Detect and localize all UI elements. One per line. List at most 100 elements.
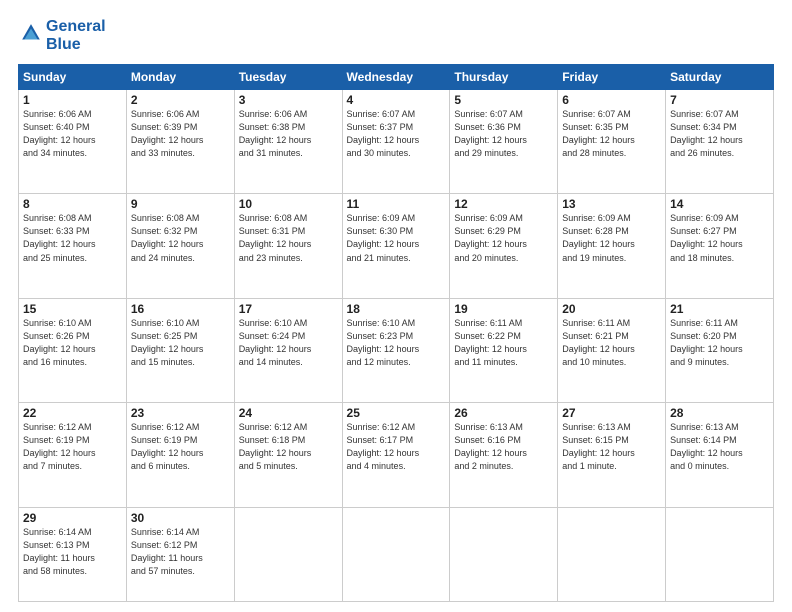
day-info: Sunrise: 6:06 AMSunset: 6:40 PMDaylight:… <box>23 108 122 160</box>
calendar-week-3: 15Sunrise: 6:10 AMSunset: 6:26 PMDayligh… <box>19 298 774 402</box>
day-number: 22 <box>23 406 122 420</box>
header-tuesday: Tuesday <box>234 65 342 90</box>
day-number: 24 <box>239 406 338 420</box>
calendar-cell: 2Sunrise: 6:06 AMSunset: 6:39 PMDaylight… <box>126 90 234 194</box>
calendar-table: SundayMondayTuesdayWednesdayThursdayFrid… <box>18 64 774 602</box>
calendar-cell: 7Sunrise: 6:07 AMSunset: 6:34 PMDaylight… <box>666 90 774 194</box>
calendar-cell: 14Sunrise: 6:09 AMSunset: 6:27 PMDayligh… <box>666 194 774 298</box>
calendar-cell: 12Sunrise: 6:09 AMSunset: 6:29 PMDayligh… <box>450 194 558 298</box>
day-info: Sunrise: 6:10 AMSunset: 6:24 PMDaylight:… <box>239 317 338 369</box>
calendar-cell: 6Sunrise: 6:07 AMSunset: 6:35 PMDaylight… <box>558 90 666 194</box>
header-friday: Friday <box>558 65 666 90</box>
day-info: Sunrise: 6:06 AMSunset: 6:39 PMDaylight:… <box>131 108 230 160</box>
day-number: 12 <box>454 197 553 211</box>
day-number: 5 <box>454 93 553 107</box>
day-number: 21 <box>670 302 769 316</box>
day-number: 16 <box>131 302 230 316</box>
day-info: Sunrise: 6:10 AMSunset: 6:23 PMDaylight:… <box>347 317 446 369</box>
day-number: 8 <box>23 197 122 211</box>
calendar-cell: 8Sunrise: 6:08 AMSunset: 6:33 PMDaylight… <box>19 194 127 298</box>
day-info: Sunrise: 6:11 AMSunset: 6:20 PMDaylight:… <box>670 317 769 369</box>
day-number: 6 <box>562 93 661 107</box>
calendar-page: General Blue SundayMondayTuesdayWednesda… <box>0 0 792 612</box>
day-info: Sunrise: 6:14 AMSunset: 6:12 PMDaylight:… <box>131 526 230 578</box>
calendar-cell: 26Sunrise: 6:13 AMSunset: 6:16 PMDayligh… <box>450 403 558 507</box>
day-number: 18 <box>347 302 446 316</box>
calendar-cell: 15Sunrise: 6:10 AMSunset: 6:26 PMDayligh… <box>19 298 127 402</box>
day-info: Sunrise: 6:11 AMSunset: 6:21 PMDaylight:… <box>562 317 661 369</box>
day-number: 25 <box>347 406 446 420</box>
calendar-cell: 17Sunrise: 6:10 AMSunset: 6:24 PMDayligh… <box>234 298 342 402</box>
header-sunday: Sunday <box>19 65 127 90</box>
day-info: Sunrise: 6:12 AMSunset: 6:19 PMDaylight:… <box>131 421 230 473</box>
day-info: Sunrise: 6:07 AMSunset: 6:35 PMDaylight:… <box>562 108 661 160</box>
calendar-cell: 18Sunrise: 6:10 AMSunset: 6:23 PMDayligh… <box>342 298 450 402</box>
day-info: Sunrise: 6:12 AMSunset: 6:19 PMDaylight:… <box>23 421 122 473</box>
day-number: 11 <box>347 197 446 211</box>
calendar-cell: 21Sunrise: 6:11 AMSunset: 6:20 PMDayligh… <box>666 298 774 402</box>
calendar-cell: 10Sunrise: 6:08 AMSunset: 6:31 PMDayligh… <box>234 194 342 298</box>
calendar-cell: 24Sunrise: 6:12 AMSunset: 6:18 PMDayligh… <box>234 403 342 507</box>
calendar-cell: 1Sunrise: 6:06 AMSunset: 6:40 PMDaylight… <box>19 90 127 194</box>
calendar-cell <box>450 507 558 602</box>
day-number: 13 <box>562 197 661 211</box>
calendar-cell: 30Sunrise: 6:14 AMSunset: 6:12 PMDayligh… <box>126 507 234 602</box>
calendar-week-5: 29Sunrise: 6:14 AMSunset: 6:13 PMDayligh… <box>19 507 774 602</box>
day-info: Sunrise: 6:06 AMSunset: 6:38 PMDaylight:… <box>239 108 338 160</box>
day-info: Sunrise: 6:13 AMSunset: 6:15 PMDaylight:… <box>562 421 661 473</box>
day-info: Sunrise: 6:09 AMSunset: 6:28 PMDaylight:… <box>562 212 661 264</box>
day-info: Sunrise: 6:08 AMSunset: 6:33 PMDaylight:… <box>23 212 122 264</box>
calendar-cell: 4Sunrise: 6:07 AMSunset: 6:37 PMDaylight… <box>342 90 450 194</box>
day-info: Sunrise: 6:09 AMSunset: 6:30 PMDaylight:… <box>347 212 446 264</box>
day-number: 2 <box>131 93 230 107</box>
day-info: Sunrise: 6:08 AMSunset: 6:32 PMDaylight:… <box>131 212 230 264</box>
calendar-cell: 11Sunrise: 6:09 AMSunset: 6:30 PMDayligh… <box>342 194 450 298</box>
day-number: 1 <box>23 93 122 107</box>
page-header: General Blue <box>18 18 774 54</box>
day-info: Sunrise: 6:09 AMSunset: 6:27 PMDaylight:… <box>670 212 769 264</box>
logo: General Blue <box>18 18 106 54</box>
calendar-cell: 3Sunrise: 6:06 AMSunset: 6:38 PMDaylight… <box>234 90 342 194</box>
day-info: Sunrise: 6:11 AMSunset: 6:22 PMDaylight:… <box>454 317 553 369</box>
day-number: 17 <box>239 302 338 316</box>
day-number: 10 <box>239 197 338 211</box>
calendar-week-4: 22Sunrise: 6:12 AMSunset: 6:19 PMDayligh… <box>19 403 774 507</box>
day-info: Sunrise: 6:09 AMSunset: 6:29 PMDaylight:… <box>454 212 553 264</box>
calendar-cell: 22Sunrise: 6:12 AMSunset: 6:19 PMDayligh… <box>19 403 127 507</box>
day-info: Sunrise: 6:10 AMSunset: 6:26 PMDaylight:… <box>23 317 122 369</box>
day-number: 26 <box>454 406 553 420</box>
day-number: 15 <box>23 302 122 316</box>
day-number: 23 <box>131 406 230 420</box>
calendar-cell: 16Sunrise: 6:10 AMSunset: 6:25 PMDayligh… <box>126 298 234 402</box>
day-number: 4 <box>347 93 446 107</box>
day-number: 7 <box>670 93 769 107</box>
calendar-cell: 13Sunrise: 6:09 AMSunset: 6:28 PMDayligh… <box>558 194 666 298</box>
day-number: 29 <box>23 511 122 525</box>
day-info: Sunrise: 6:12 AMSunset: 6:17 PMDaylight:… <box>347 421 446 473</box>
logo-text-line2: Blue <box>46 36 106 54</box>
calendar-cell <box>666 507 774 602</box>
logo-icon <box>20 23 42 45</box>
calendar-cell: 29Sunrise: 6:14 AMSunset: 6:13 PMDayligh… <box>19 507 127 602</box>
day-info: Sunrise: 6:13 AMSunset: 6:16 PMDaylight:… <box>454 421 553 473</box>
calendar-cell: 20Sunrise: 6:11 AMSunset: 6:21 PMDayligh… <box>558 298 666 402</box>
logo-text-line1: General <box>46 18 106 36</box>
day-number: 30 <box>131 511 230 525</box>
day-number: 19 <box>454 302 553 316</box>
calendar-week-1: 1Sunrise: 6:06 AMSunset: 6:40 PMDaylight… <box>19 90 774 194</box>
day-info: Sunrise: 6:12 AMSunset: 6:18 PMDaylight:… <box>239 421 338 473</box>
header-thursday: Thursday <box>450 65 558 90</box>
day-number: 14 <box>670 197 769 211</box>
day-info: Sunrise: 6:08 AMSunset: 6:31 PMDaylight:… <box>239 212 338 264</box>
calendar-cell: 28Sunrise: 6:13 AMSunset: 6:14 PMDayligh… <box>666 403 774 507</box>
calendar-cell: 5Sunrise: 6:07 AMSunset: 6:36 PMDaylight… <box>450 90 558 194</box>
calendar-cell: 27Sunrise: 6:13 AMSunset: 6:15 PMDayligh… <box>558 403 666 507</box>
day-info: Sunrise: 6:14 AMSunset: 6:13 PMDaylight:… <box>23 526 122 578</box>
calendar-cell: 9Sunrise: 6:08 AMSunset: 6:32 PMDaylight… <box>126 194 234 298</box>
day-info: Sunrise: 6:13 AMSunset: 6:14 PMDaylight:… <box>670 421 769 473</box>
calendar-cell: 25Sunrise: 6:12 AMSunset: 6:17 PMDayligh… <box>342 403 450 507</box>
calendar-cell: 23Sunrise: 6:12 AMSunset: 6:19 PMDayligh… <box>126 403 234 507</box>
calendar-week-2: 8Sunrise: 6:08 AMSunset: 6:33 PMDaylight… <box>19 194 774 298</box>
header-saturday: Saturday <box>666 65 774 90</box>
header-monday: Monday <box>126 65 234 90</box>
